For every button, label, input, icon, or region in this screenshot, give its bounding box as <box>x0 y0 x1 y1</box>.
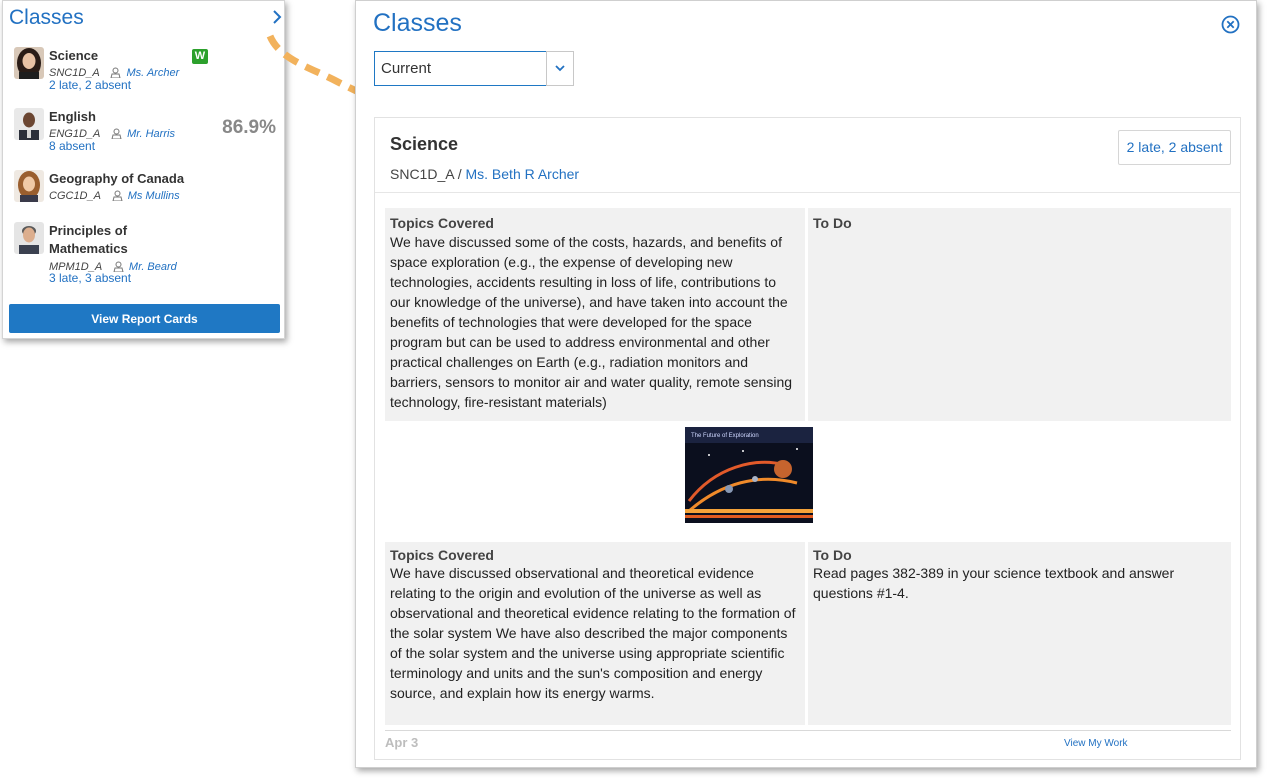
class-item-geography[interactable]: Geography of Canada CGC1D_A Ms Mullins <box>14 170 276 206</box>
lesson-row: Topics Covered We have discussed some of… <box>385 208 1231 421</box>
image-caption: The Future of Exploration <box>691 433 759 439</box>
teacher-icon <box>110 67 121 78</box>
topics-column: Topics Covered We have discussed observa… <box>385 542 805 725</box>
panel-title: Classes <box>373 9 462 37</box>
teacher-link[interactable]: Mr. Harris <box>127 128 175 140</box>
select-toggle[interactable] <box>546 51 574 86</box>
topics-label: Topics Covered <box>390 215 494 231</box>
attendance-link[interactable]: 8 absent <box>49 139 95 153</box>
class-name-line1: Principles of <box>49 223 128 238</box>
divider <box>385 730 1231 731</box>
w-badge: W <box>192 49 208 64</box>
class-item-english[interactable]: English ENG1D_A Mr. Harris 8 absent 86.9… <box>14 108 276 156</box>
class-name: Geography of Canada <box>49 171 185 186</box>
avatar <box>14 47 44 79</box>
todo-column: To Do <box>808 208 1231 421</box>
todo-text: Read pages 382-389 in your science textb… <box>813 565 1175 601</box>
class-code: CGC1D_A <box>49 190 101 202</box>
teacher-icon <box>112 190 123 201</box>
view-my-work-link[interactable]: View My Work <box>1064 738 1128 749</box>
teacher-icon <box>111 128 122 139</box>
todo-label: To Do <box>813 547 852 563</box>
card-teacher-link[interactable]: Ms. Beth R Archer <box>465 166 579 182</box>
topics-column: Topics Covered We have discussed some of… <box>385 208 805 421</box>
teacher-link[interactable]: Ms Mullins <box>128 190 180 202</box>
teacher-link[interactable]: Ms. Archer <box>126 67 179 79</box>
attendance-link[interactable]: 3 late, 3 absent <box>49 271 131 285</box>
class-item-science[interactable]: Science SNC1D_A Ms. Archer 2 late, 2 abs… <box>14 47 276 95</box>
classes-panel: Classes Current Science SNC1D_A / Ms. Be… <box>355 0 1257 768</box>
avatar <box>14 108 44 140</box>
todo-label: To Do <box>813 215 852 231</box>
lesson-date: Apr 3 <box>385 735 419 750</box>
avatar <box>14 222 44 254</box>
topics-text: We have discussed observational and theo… <box>390 565 796 701</box>
chevron-down-icon <box>555 65 565 72</box>
term-select[interactable]: Current <box>374 51 574 86</box>
class-name: Science <box>49 48 99 63</box>
grade-value: 86.9% <box>222 117 276 138</box>
class-meta: CGC1D_A Ms Mullins <box>49 189 180 203</box>
class-card: Science SNC1D_A / Ms. Beth R Archer 2 la… <box>374 117 1241 760</box>
attendance-button[interactable]: 2 late, 2 absent <box>1118 130 1231 165</box>
classes-widget: Classes Science SNC1D_A Ms. Archer 2 lat… <box>2 0 285 339</box>
card-subject: Science <box>390 134 459 154</box>
card-subtitle: SNC1D_A / Ms. Beth R Archer <box>390 166 579 182</box>
widget-title: Classes <box>9 6 84 29</box>
chevron-right-icon[interactable] <box>271 9 283 25</box>
teacher-link[interactable]: Mr. Beard <box>129 261 177 273</box>
avatar <box>14 170 44 202</box>
term-select-value: Current <box>381 60 432 77</box>
lesson-row: Topics Covered We have discussed observa… <box>385 542 1231 725</box>
topics-text: We have discussed some of the costs, haz… <box>390 234 793 410</box>
todo-column: To Do Read pages 382-389 in your science… <box>808 542 1231 725</box>
class-name-line2: Mathematics <box>49 241 128 256</box>
class-name: English <box>49 109 96 124</box>
class-item-mathematics[interactable]: Principles of Mathematics MPM1D_A Mr. Be… <box>14 222 276 288</box>
topics-label: Topics Covered <box>390 547 494 563</box>
attendance-link[interactable]: 2 late, 2 absent <box>49 78 131 92</box>
divider <box>375 192 1240 193</box>
card-code: SNC1D_A <box>390 166 454 182</box>
close-icon[interactable] <box>1221 15 1240 34</box>
card-separator: / <box>457 166 462 182</box>
view-report-cards-button[interactable]: View Report Cards <box>9 304 280 333</box>
lesson-image[interactable]: The Future of Exploration <box>685 427 813 523</box>
